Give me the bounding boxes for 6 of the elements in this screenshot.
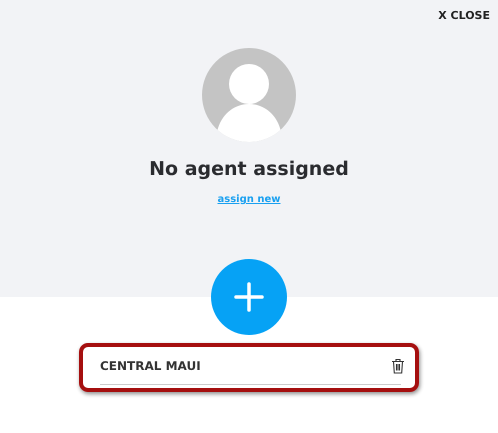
- close-button[interactable]: X CLOSE: [438, 9, 490, 22]
- area-name: CENTRAL MAUI: [100, 358, 201, 372]
- avatar-icon: [202, 48, 296, 142]
- empty-state-title: No agent assigned: [149, 158, 349, 180]
- delete-icon[interactable]: [391, 358, 405, 374]
- plus-icon: [234, 282, 264, 312]
